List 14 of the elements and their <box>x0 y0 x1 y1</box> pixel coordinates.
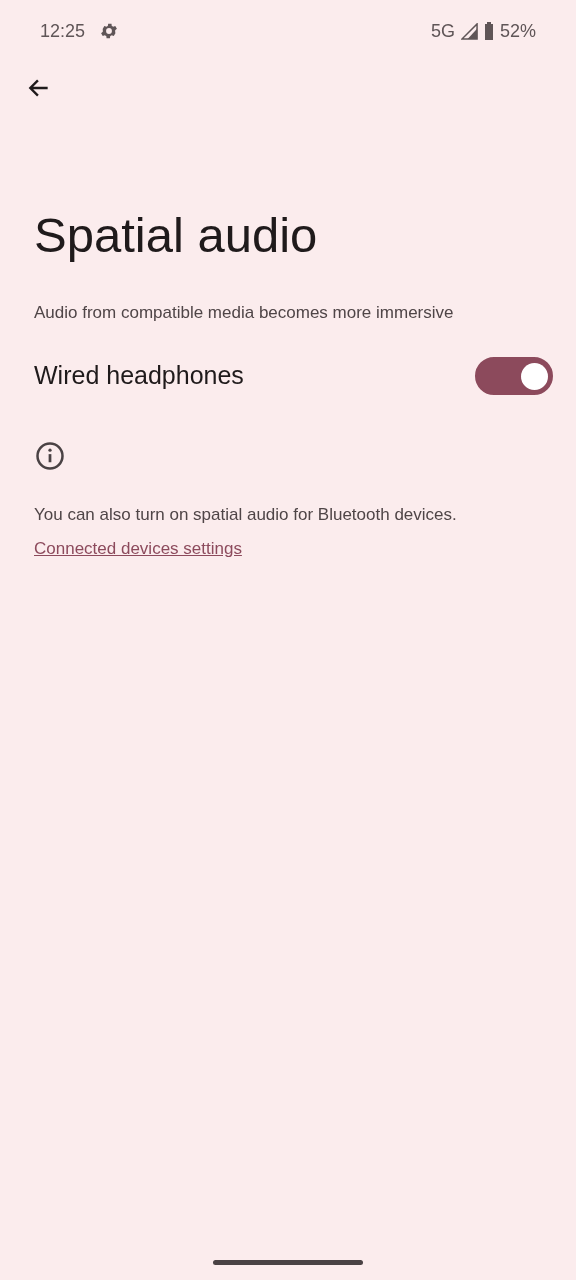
toggle-switch[interactable] <box>475 356 553 395</box>
info-icon <box>35 440 65 471</box>
status-time: 12:25 <box>40 20 86 42</box>
network-type: 5G <box>430 20 455 42</box>
setting-label: Wired headphones <box>34 361 244 391</box>
navigation-handle[interactable] <box>213 1260 363 1265</box>
description: Audio from compatible media becomes more immersive <box>34 302 455 323</box>
page-title: Spatial audio <box>34 207 319 264</box>
battery-icon <box>483 22 494 40</box>
settings-icon <box>99 21 120 41</box>
footer-text: You can also turn on spatial audio for Bluetooth devices. <box>34 504 458 525</box>
connected-devices-link[interactable]: Connected devices settings <box>34 538 242 559</box>
signal-icon <box>460 22 478 40</box>
battery-percent: 52% <box>499 20 536 42</box>
